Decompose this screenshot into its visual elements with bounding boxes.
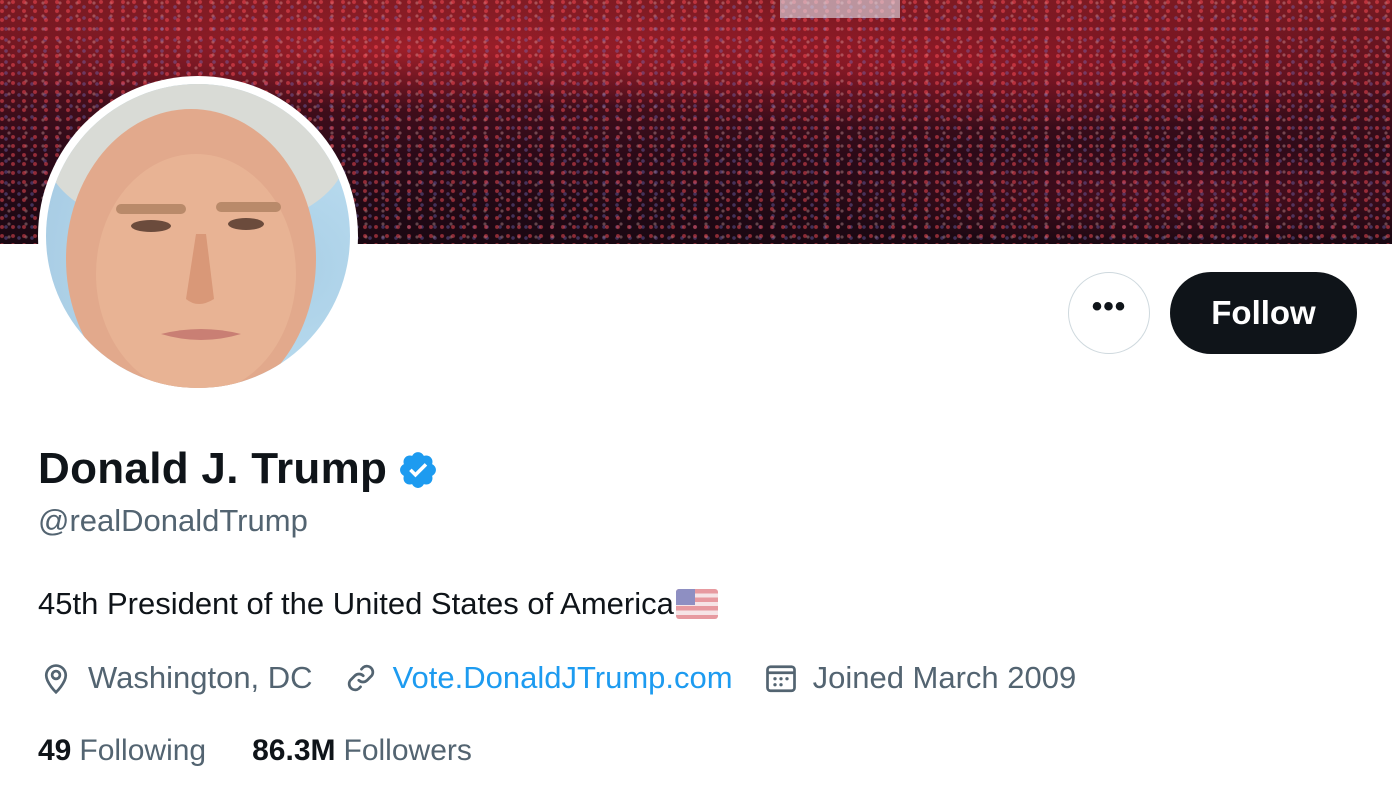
location-item: Washington, DC <box>38 660 313 696</box>
following-link[interactable]: 49 Following <box>38 734 206 768</box>
calendar-icon <box>765 665 796 693</box>
user-handle: @realDonaldTrump <box>38 503 308 538</box>
profile-bio: 45th President of the United States of A… <box>38 586 718 622</box>
name-row: Donald J. Trump <box>38 444 439 494</box>
website-link[interactable]: Vote.DonaldJTrump.com <box>393 660 733 696</box>
location-pin-icon <box>44 664 68 695</box>
profile-meta: Washington, DC Vote.DonaldJTrump.com Joi… <box>38 660 1106 696</box>
link-icon <box>347 664 374 692</box>
following-count: 49 <box>38 734 72 767</box>
verified-badge-icon[interactable] <box>397 447 439 491</box>
followers-link[interactable]: 86.3M Followers <box>252 734 472 768</box>
followers-count: 86.3M <box>252 734 336 767</box>
more-dots-icon: ••• <box>1091 290 1127 323</box>
avatar-photo <box>46 84 350 388</box>
profile-header: ••• Follow Donald J. Trump @realDonaldTr… <box>0 0 1392 788</box>
joined-text: Joined March 2009 <box>812 660 1077 695</box>
followers-label: Followers <box>343 734 472 767</box>
avatar-portrait-image <box>46 84 346 388</box>
profile-stats: 49 Following 86.3M Followers <box>38 734 518 768</box>
website-item: Vote.DonaldJTrump.com <box>343 660 733 696</box>
location-text: Washington, DC <box>88 660 313 695</box>
display-name: Donald J. Trump <box>38 444 388 493</box>
following-label: Following <box>79 734 207 767</box>
joined-item: Joined March 2009 <box>763 660 1077 696</box>
us-flag-icon <box>675 589 718 619</box>
follow-button[interactable]: Follow <box>1170 272 1357 354</box>
more-options-button[interactable]: ••• <box>1068 272 1150 354</box>
avatar[interactable] <box>38 76 358 396</box>
bio-text: 45th President of the United States of A… <box>38 586 674 621</box>
